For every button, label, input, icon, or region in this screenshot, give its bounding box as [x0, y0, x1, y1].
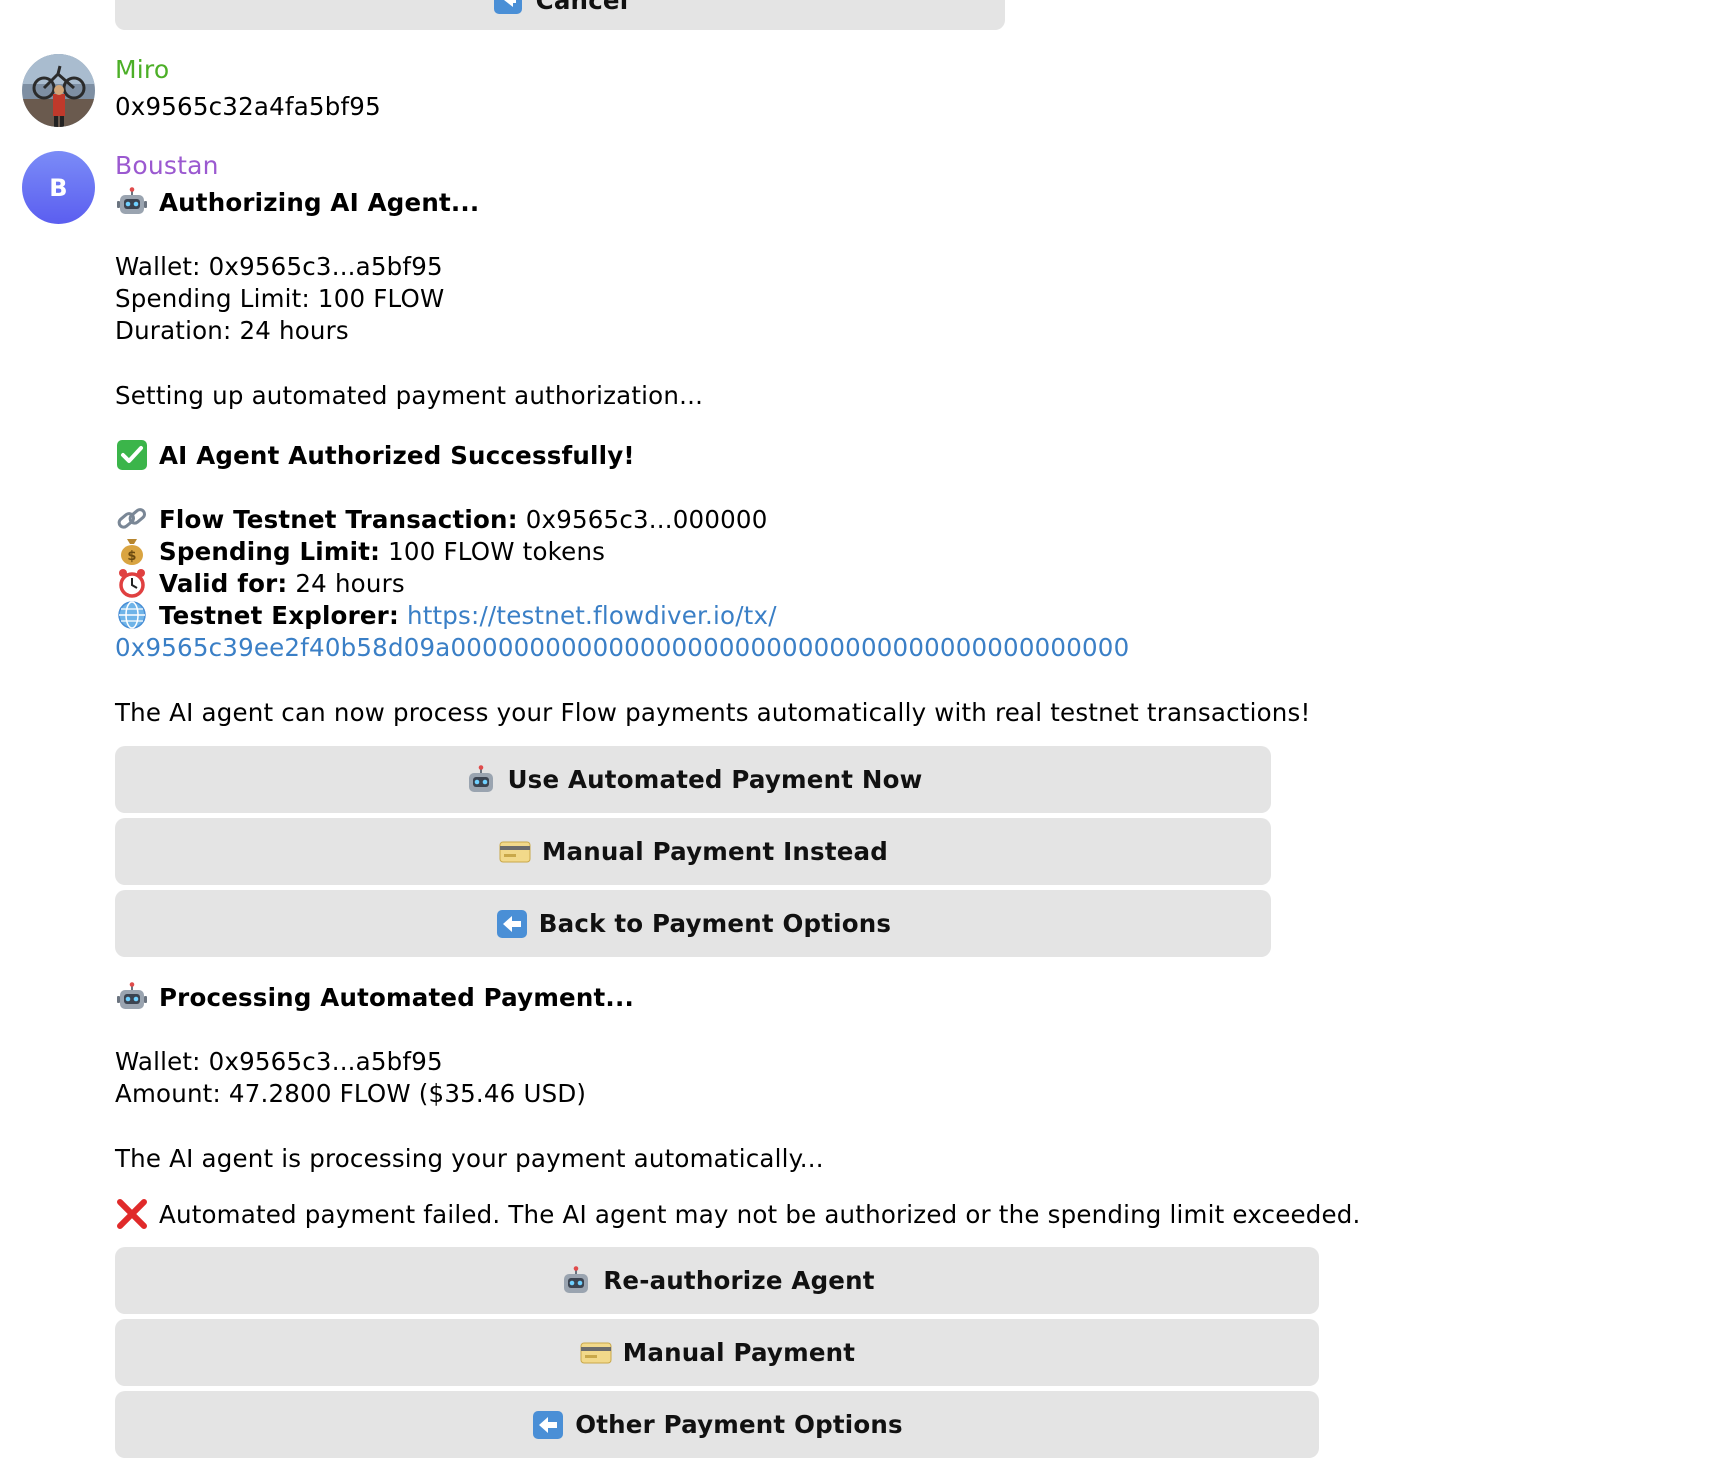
link-icon	[115, 504, 149, 534]
alarm-clock-icon	[115, 568, 149, 598]
manual-payment-instead-label: Manual Payment Instead	[541, 837, 889, 866]
cross-mark-icon	[115, 1199, 149, 1229]
money-bag-icon: $	[115, 536, 149, 566]
authorized-summary: The AI agent can now process your Flow p…	[115, 698, 1311, 727]
message-text: 0x9565c32a4fa5bf95	[115, 92, 381, 121]
processing-title-text: Processing Automated Payment...	[159, 983, 634, 1012]
valid-value: 24 hours	[295, 569, 405, 598]
processing-error-text: Automated payment failed. The AI agent m…	[159, 1200, 1361, 1229]
other-payment-options-label: Other Payment Options	[575, 1410, 903, 1439]
limit-value: 100 FLOW tokens	[388, 537, 606, 566]
avatar-initial: B	[49, 173, 68, 202]
reauthorize-agent-label: Re-authorize Agent	[603, 1266, 875, 1295]
processing-status: The AI agent is processing your payment …	[115, 1144, 824, 1173]
authorizing-title-text: Authorizing AI Agent...	[159, 188, 480, 217]
authorized-title-text: AI Agent Authorized Successfully!	[159, 441, 635, 470]
manual-payment-instead-button[interactable]: Manual Payment Instead	[115, 818, 1271, 885]
valid-line: Valid for: 24 hours	[115, 568, 405, 600]
manual-payment-label: Manual Payment	[622, 1338, 856, 1367]
authorizing-title: Authorizing AI Agent...	[115, 187, 479, 219]
valid-label: Valid for:	[159, 569, 288, 598]
tx-label: Flow Testnet Transaction:	[159, 505, 518, 534]
processing-wallet: Wallet: 0x9565c3...a5bf95	[115, 1047, 443, 1076]
robot-icon	[115, 982, 149, 1012]
explorer-link[interactable]: https://testnet.flowdiver.io/tx/	[407, 601, 777, 630]
processing-title: Processing Automated Payment...	[115, 982, 634, 1014]
robot-icon	[559, 1265, 593, 1296]
explorer-link-continued[interactable]: 0x9565c39ee2f40b58d09a000000000000000000…	[115, 632, 1129, 664]
limit-line: $ Spending Limit: 100 FLOW tokens	[115, 536, 605, 568]
use-automated-payment-button[interactable]: Use Automated Payment Now	[115, 746, 1271, 813]
authorizing-wallet: Wallet: 0x9565c3...a5bf95	[115, 252, 443, 281]
back-to-payment-options-button[interactable]: Back to Payment Options	[115, 890, 1271, 957]
reauthorize-agent-button[interactable]: Re-authorize Agent	[115, 1247, 1319, 1314]
explorer-line: Testnet Explorer: https://testnet.flowdi…	[115, 600, 777, 632]
sender-name-miro[interactable]: Miro	[115, 55, 169, 84]
check-mark-icon	[115, 440, 149, 470]
globe-icon	[115, 600, 149, 630]
avatar-boustan[interactable]: B	[22, 151, 95, 224]
authorizing-duration: Duration: 24 hours	[115, 316, 349, 345]
use-automated-payment-label: Use Automated Payment Now	[507, 765, 923, 794]
processing-error: Automated payment failed. The AI agent m…	[115, 1199, 1361, 1231]
robot-icon	[464, 764, 498, 795]
back-arrow-icon	[492, 0, 526, 15]
manual-payment-button[interactable]: Manual Payment	[115, 1319, 1319, 1386]
avatar-miro[interactable]	[22, 54, 95, 127]
cancel-button-label: Cancel	[535, 0, 629, 15]
authorizing-spending-limit: Spending Limit: 100 FLOW	[115, 284, 445, 313]
other-payment-options-button[interactable]: Other Payment Options	[115, 1391, 1319, 1458]
svg-text:$: $	[127, 549, 136, 564]
authorizing-setting-up: Setting up automated payment authorizati…	[115, 381, 704, 410]
back-to-payment-options-label: Back to Payment Options	[538, 909, 892, 938]
back-arrow-icon	[495, 909, 529, 939]
credit-card-icon	[579, 1338, 613, 1368]
cancel-button[interactable]: Cancel	[115, 0, 1005, 30]
tx-line: Flow Testnet Transaction: 0x9565c3...000…	[115, 504, 768, 536]
limit-label: Spending Limit:	[159, 537, 381, 566]
sender-name-boustan[interactable]: Boustan	[115, 151, 219, 180]
tx-value: 0x9565c3...000000	[525, 505, 768, 534]
credit-card-icon	[498, 837, 532, 867]
explorer-label: Testnet Explorer:	[159, 601, 399, 630]
robot-icon	[115, 187, 149, 217]
processing-amount: Amount: 47.2800 FLOW ($35.46 USD)	[115, 1079, 587, 1108]
authorized-title: AI Agent Authorized Successfully!	[115, 440, 635, 472]
back-arrow-icon	[531, 1410, 565, 1440]
